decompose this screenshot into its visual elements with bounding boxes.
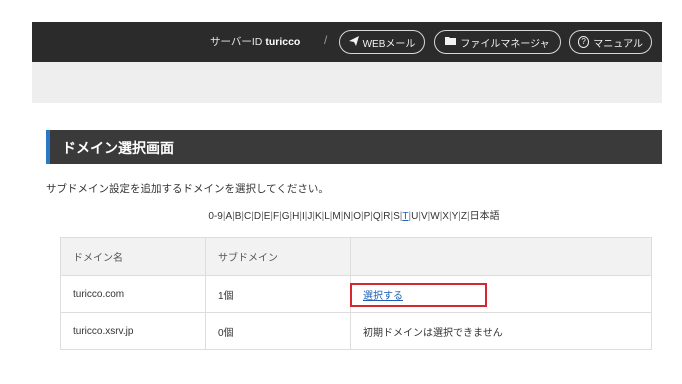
column-header-subdomain: サブドメイン: [205, 237, 351, 276]
alphabet-filter-item[interactable]: G: [282, 211, 290, 222]
header-separator: /: [324, 33, 328, 47]
folder-icon: [445, 36, 457, 48]
domain-cell: turicco.xsrv.jp: [60, 312, 206, 350]
top-navigation-bar: サーバーID turicco / WEBメール ファイルマネージャ ? マニュア…: [32, 22, 662, 62]
panel-header: ドメイン選択画面: [46, 130, 662, 164]
alphabet-filter-item[interactable]: S: [393, 211, 400, 222]
subdomain-count-cell: 1個: [205, 275, 351, 313]
webmail-label: WEBメール: [362, 38, 416, 50]
alphabet-filter: 0-9|A|B|C|D|E|F|G|H|I|J|K|L|M|N|O|P|Q|R|…: [46, 207, 662, 222]
alphabet-filter-item[interactable]: 0-9: [208, 211, 222, 222]
alphabet-filter-item[interactable]: K: [315, 211, 322, 222]
alphabet-filter-item[interactable]: W: [430, 211, 439, 222]
panel-accent-bar: [46, 130, 50, 164]
webmail-button[interactable]: WEBメール: [339, 30, 425, 54]
column-header-action: [350, 237, 652, 276]
table-header-row: ドメイン名 サブドメイン: [60, 237, 652, 276]
manual-button[interactable]: ? マニュアル: [569, 30, 652, 54]
paper-plane-icon: [348, 35, 359, 49]
server-id: サーバーID turicco: [210, 34, 300, 49]
alphabet-filter-item[interactable]: R: [383, 211, 390, 222]
server-id-value: turicco: [265, 36, 301, 48]
alphabet-filter-item[interactable]: N: [343, 211, 350, 222]
alphabet-filter-item[interactable]: 日本語: [470, 211, 500, 222]
alphabet-filter-item[interactable]: M: [332, 211, 340, 222]
subdomain-count-cell: 0個: [205, 312, 351, 350]
select-domain-link[interactable]: 選択する: [363, 291, 403, 302]
action-cell: 選択する: [350, 275, 652, 313]
domain-cell: turicco.com: [60, 275, 206, 313]
question-icon: ?: [578, 36, 590, 48]
action-cell: 初期ドメインは選択できません: [350, 312, 652, 350]
file-manager-label: ファイルマネージャ: [460, 38, 550, 50]
table-row: turicco.xsrv.jp 0個 初期ドメインは選択できません: [60, 312, 652, 350]
table-row: turicco.com 1個 選択する: [60, 275, 652, 313]
page-title: ドメイン選択画面: [62, 140, 174, 156]
server-id-label: サーバーID: [210, 36, 263, 48]
alphabet-filter-item[interactable]: V: [421, 211, 428, 222]
domain-table: ドメイン名 サブドメイン turicco.com 1個 選択する turicco…: [60, 237, 652, 350]
alphabet-filter-item[interactable]: X: [442, 211, 449, 222]
manual-label: マニュアル: [593, 38, 643, 50]
alphabet-filter-item[interactable]: Q: [373, 211, 381, 222]
alphabet-filter-item[interactable]: O: [353, 211, 361, 222]
sub-header-bar: [32, 62, 662, 103]
file-manager-button[interactable]: ファイルマネージャ: [434, 30, 561, 54]
column-header-domain: ドメイン名: [60, 237, 206, 276]
page-description: サブドメイン設定を追加するドメインを選択してください。: [46, 183, 329, 195]
